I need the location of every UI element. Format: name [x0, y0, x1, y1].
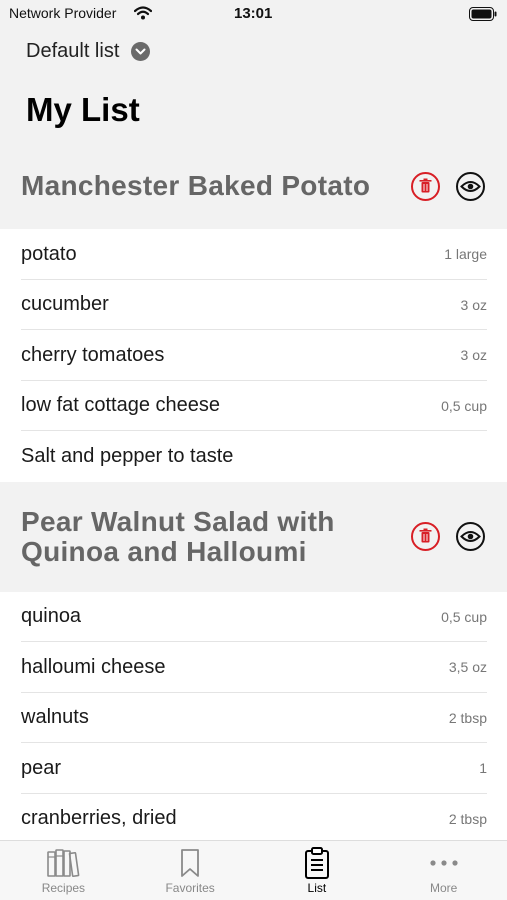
ingredient-name: Salt and pepper to taste [21, 444, 234, 467]
eye-icon [456, 171, 485, 201]
tab-more[interactable]: More [380, 841, 507, 900]
list-item[interactable]: cranberries, dried 2 tbsp [0, 794, 507, 841]
tab-recipes[interactable]: Recipes [0, 841, 127, 900]
ingredient-name: potato [21, 242, 77, 265]
delete-recipe-button[interactable] [410, 171, 441, 202]
view-recipe-button[interactable] [455, 521, 486, 552]
list-item[interactable]: low fat cottage cheese 0,5 cup [0, 381, 507, 432]
ingredient-quantity: 2 tbsp [448, 810, 487, 827]
carrier-name: Network Provider [9, 5, 117, 21]
list-item[interactable]: Salt and pepper to taste [0, 431, 507, 482]
tab-label: Recipes [41, 881, 86, 895]
tab-label: More [429, 881, 458, 895]
list-item[interactable]: cherry tomatoes 3 oz [0, 330, 507, 381]
bookmark-icon [181, 849, 200, 877]
books-icon [47, 849, 80, 878]
ingredient-name: walnuts [21, 706, 89, 729]
view-recipe-button[interactable] [455, 171, 486, 202]
status-bar: Network Provider 13:01 [0, 0, 507, 28]
ingredient-name: cherry tomatoes [21, 343, 165, 366]
ingredient-quantity: 0,5 cup [441, 397, 487, 414]
trash-icon [411, 171, 440, 201]
list-item[interactable]: potato 1 large [0, 229, 507, 280]
header-area: Default list My List [0, 28, 507, 143]
list-item[interactable]: walnuts 2 tbsp [0, 693, 507, 744]
tab-favorites[interactable]: Favorites [127, 841, 254, 900]
chevron-down-icon [131, 42, 151, 61]
ingredient-name: low fat cottage cheese [21, 394, 221, 417]
clipboard-list-icon [304, 847, 329, 879]
ingredient-name: quinoa [21, 605, 82, 628]
recipe-header: Manchester Baked Potato [0, 143, 507, 229]
tab-list[interactable]: List [254, 841, 381, 900]
list-item[interactable]: quinoa 0,5 cup [0, 592, 507, 643]
ingredient-quantity: 3,5 oz [448, 659, 487, 676]
more-dots-icon [430, 860, 458, 866]
eye-icon [456, 522, 485, 551]
ingredient-quantity: 2 tbsp [448, 709, 487, 726]
trash-icon [411, 522, 440, 551]
wifi-icon [134, 6, 152, 20]
status-time: 13:01 [234, 5, 273, 22]
battery-icon [469, 7, 497, 21]
tab-bar: Recipes Favorites List More [0, 840, 507, 900]
list-item[interactable]: pear 1 [0, 743, 507, 794]
shopping-list[interactable]: Manchester Baked Potato potato 1 large c… [0, 143, 507, 840]
ingredient-name: pear [21, 756, 62, 779]
list-selector[interactable]: Default list [26, 40, 151, 63]
tab-label: List [307, 881, 327, 895]
ingredient-quantity: 3 oz [460, 347, 487, 364]
delete-recipe-button[interactable] [410, 521, 441, 552]
page-title: My List [26, 91, 140, 128]
tab-label: Favorites [165, 881, 215, 895]
list-item[interactable]: cucumber 3 oz [0, 280, 507, 331]
ingredient-name: cucumber [21, 293, 109, 316]
ingredient-quantity: 1 large [444, 246, 487, 263]
recipe-title: Manchester Baked Potato [21, 170, 371, 201]
ingredient-quantity: 1 [479, 760, 487, 777]
ingredient-name: cranberries, dried [21, 807, 177, 830]
recipe-title: Pear Walnut Salad with Quinoa and Hallou… [21, 505, 335, 567]
list-item[interactable]: halloumi cheese 3,5 oz [0, 642, 507, 693]
recipe-header: Pear Walnut Salad with Quinoa and Hallou… [0, 481, 507, 592]
ingredient-name: halloumi cheese [21, 655, 166, 678]
ingredient-quantity: 0,5 cup [441, 608, 487, 625]
list-selector-label: Default list [26, 40, 120, 62]
ingredient-quantity: 3 oz [460, 296, 487, 313]
